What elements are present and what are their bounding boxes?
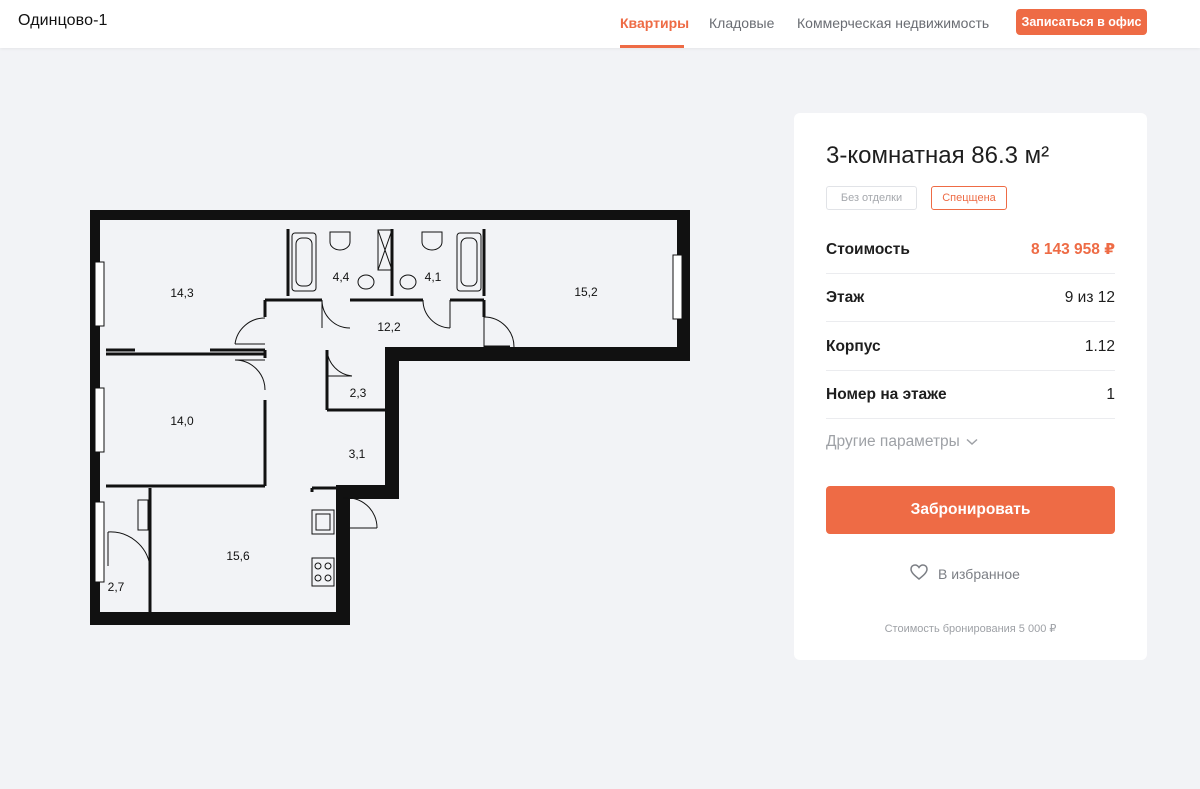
row-label: Этаж <box>826 288 865 306</box>
row-price: Стоимость 8 143 958 ₽ <box>826 226 1115 274</box>
chevron-down-icon <box>966 433 978 451</box>
tag-special-price: Спецщена <box>931 186 1007 210</box>
room-area: 3,1 <box>349 447 366 461</box>
room-area: 14,0 <box>170 414 194 428</box>
room-area: 4,1 <box>425 270 442 284</box>
floor-plan-drawing: 14,3 4,4 4,1 15,2 12,2 14,0 2,3 3,1 15,6… <box>90 210 690 625</box>
floor-plan: 14,3 4,4 4,1 15,2 12,2 14,0 2,3 3,1 15,6… <box>90 210 690 625</box>
other-params-toggle[interactable]: Другие параметры <box>826 433 978 451</box>
other-params-label: Другие параметры <box>826 433 960 450</box>
favorites-label: В избранное <box>938 565 1020 582</box>
book-button[interactable]: Забронировать <box>826 486 1115 534</box>
nav-storage[interactable]: Кладовые <box>709 15 774 31</box>
row-label: Корпус <box>826 337 881 355</box>
nav-apartments[interactable]: Квартиры <box>620 15 689 31</box>
price-value: 8 143 958 ₽ <box>1030 241 1115 258</box>
top-bar: Одинцово-1 Квартиры Кладовые Коммерческа… <box>0 0 1200 48</box>
number-on-floor-value: 1 <box>1106 385 1115 403</box>
room-area: 15,2 <box>574 285 598 299</box>
add-to-favorites[interactable]: В избранное <box>910 564 1020 583</box>
nav-active-underline <box>620 45 684 48</box>
office-signup-button[interactable]: Записаться в офис <box>1016 9 1147 35</box>
row-number-on-floor: Номер на этаже 1 <box>826 371 1115 419</box>
building-value: 1.12 <box>1084 337 1115 355</box>
site-logo[interactable]: Одинцово-1 <box>18 12 108 30</box>
room-area: 4,4 <box>333 270 350 284</box>
row-building: Корпус 1.12 <box>826 323 1115 371</box>
row-label: Номер на этаже <box>826 385 947 403</box>
floor-value: 9 из 12 <box>1064 288 1115 306</box>
apartment-title: 3-комнатная 86.3 м² <box>826 142 1050 169</box>
room-area: 2,3 <box>350 386 367 400</box>
row-floor: Этаж 9 из 12 <box>826 274 1115 322</box>
room-area: 2,7 <box>108 580 125 594</box>
room-area: 15,6 <box>226 549 250 563</box>
heart-icon <box>910 564 928 583</box>
room-area: 12,2 <box>377 320 401 334</box>
booking-cost-note: Стоимость бронирования 5 000 ₽ <box>884 623 1057 635</box>
apartment-info-card: 3-комнатная 86.3 м² Без отделки Спецщена… <box>794 113 1147 660</box>
tag-no-finish: Без отделки <box>826 186 917 210</box>
row-label: Стоимость <box>826 240 910 258</box>
room-area: 14,3 <box>170 286 194 300</box>
nav-commercial[interactable]: Коммерческая недвижимость <box>797 15 989 31</box>
